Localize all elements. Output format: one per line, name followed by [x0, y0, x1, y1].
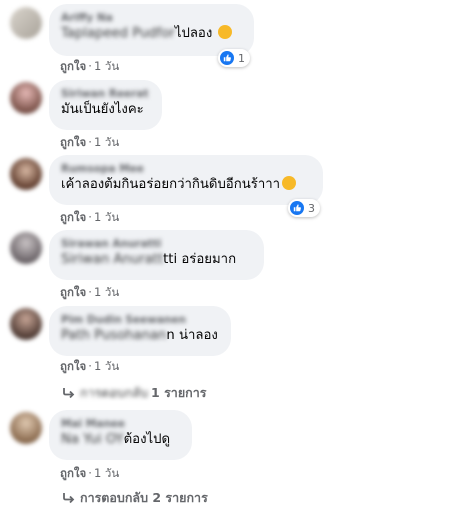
timestamp[interactable]: 1 วัน [94, 285, 119, 299]
comment-actions: ถูกใจ · 1 วัน [60, 209, 119, 227]
comment-author[interactable]: Pim Dudin Seewanen [61, 313, 219, 327]
reply-arrow-icon [63, 493, 75, 504]
smiling-emoji-icon [282, 176, 297, 190]
blurred-text: Taplapeed Pudfor [61, 26, 175, 41]
comment-body: เค้าลองต้มกินอร่อยกว่ากินดิบอีกนร้าาา [61, 177, 281, 192]
comment-author[interactable]: Sirawan Anuratti [61, 237, 252, 251]
reaction-number: 1 [238, 51, 245, 65]
comment-bubble: Mai Manee Na Yui OYต้องไปดู [49, 410, 192, 460]
comment-actions: ถูกใจ · 1 วัน [60, 358, 119, 376]
separator: · [88, 285, 92, 299]
comment-actions: ถูกใจ · 1 วัน [60, 58, 119, 76]
comment-actions: ถูกใจ · 1 วัน [60, 134, 119, 152]
timestamp[interactable]: 1 วัน [94, 359, 119, 373]
laughing-emoji-icon [218, 25, 233, 39]
timestamp[interactable]: 1 วัน [94, 466, 119, 480]
like-icon [220, 51, 234, 65]
comment-text: เค้าลองต้มกินอร่อยกว่ากินดิบอีกนร้าาา [61, 176, 311, 194]
comment-bubble: Pim Dudin Seewanen Path Pusohanann น่าลอ… [49, 306, 231, 356]
like-icon [290, 201, 304, 215]
comment-text: Path Pusohanann น่าลอง [61, 327, 219, 345]
comment-body: tti อร่อยมาก [163, 252, 237, 267]
reaction-count[interactable]: 1 [218, 49, 250, 67]
comment-body: ต้องไปดู [123, 432, 171, 447]
separator: · [88, 59, 92, 73]
comment-author[interactable]: Siriwan Reerat [61, 87, 150, 101]
blurred-text: Path Pusohanan [61, 328, 167, 343]
comment-body: n น่าลอง [166, 328, 218, 343]
avatar[interactable] [10, 232, 42, 264]
avatar[interactable] [10, 158, 42, 190]
blurred-text: Na Yui OY [61, 432, 124, 447]
reaction-count[interactable]: 3 [288, 199, 320, 217]
view-more-replies-link[interactable]: การตอบกลับ 2 รายการ [62, 488, 208, 508]
reply-arrow-icon [63, 388, 75, 399]
comment-author[interactable]: Ariffy Na [61, 11, 242, 25]
comment-text: Taplapeed Pudforไปลอง [61, 25, 242, 43]
like-button[interactable]: ถูกใจ [60, 466, 86, 480]
blurred-text: Siriwan Anuratt [61, 252, 164, 267]
comment-text: Siriwan Anuratttti อร่อยมาก [61, 251, 252, 269]
like-button[interactable]: ถูกใจ [60, 359, 86, 373]
timestamp[interactable]: 1 วัน [94, 59, 119, 73]
comment-bubble: Siriwan Reerat มันเป็นยังไงคะ [49, 80, 162, 130]
comment-text: Na Yui OYต้องไปดู [61, 431, 180, 449]
like-button[interactable]: ถูกใจ [60, 59, 86, 73]
avatar[interactable] [10, 308, 42, 340]
avatar[interactable] [10, 82, 42, 114]
view-replies-label: การตอบกลับ 2 รายการ [80, 490, 208, 505]
comment-bubble: Ariffy Na Taplapeed Pudforไปลอง [49, 4, 254, 56]
comment-actions: ถูกใจ · 1 วัน [60, 284, 119, 302]
blurred-text: การตอบกลับ [80, 385, 149, 400]
timestamp[interactable]: 1 วัน [94, 210, 119, 224]
like-button[interactable]: ถูกใจ [60, 285, 86, 299]
comment-author[interactable]: Mai Manee [61, 417, 180, 431]
separator: · [88, 359, 92, 373]
comment-author[interactable]: Rumsopa Mee [61, 162, 311, 176]
avatar[interactable] [10, 7, 42, 39]
like-button[interactable]: ถูกใจ [60, 210, 86, 224]
separator: · [88, 210, 92, 224]
reaction-number: 3 [308, 201, 315, 215]
timestamp[interactable]: 1 วัน [94, 135, 119, 149]
view-replies-link[interactable]: การตอบกลับ 1 รายการ [62, 383, 206, 403]
comment-actions: ถูกใจ · 1 วัน [60, 465, 119, 483]
avatar[interactable] [10, 412, 42, 444]
comment-body: มันเป็นยังไงคะ [61, 102, 144, 117]
like-button[interactable]: ถูกใจ [60, 135, 86, 149]
comment-bubble: Rumsopa Mee เค้าลองต้มกินอร่อยกว่ากินดิบ… [49, 155, 323, 205]
separator: · [88, 466, 92, 480]
comment-body: ไปลอง [174, 26, 213, 41]
separator: · [88, 135, 92, 149]
replies-count: 1 รายการ [151, 385, 207, 400]
comment-bubble: Sirawan Anuratti Siriwan Anuratttti อร่อ… [49, 230, 264, 280]
